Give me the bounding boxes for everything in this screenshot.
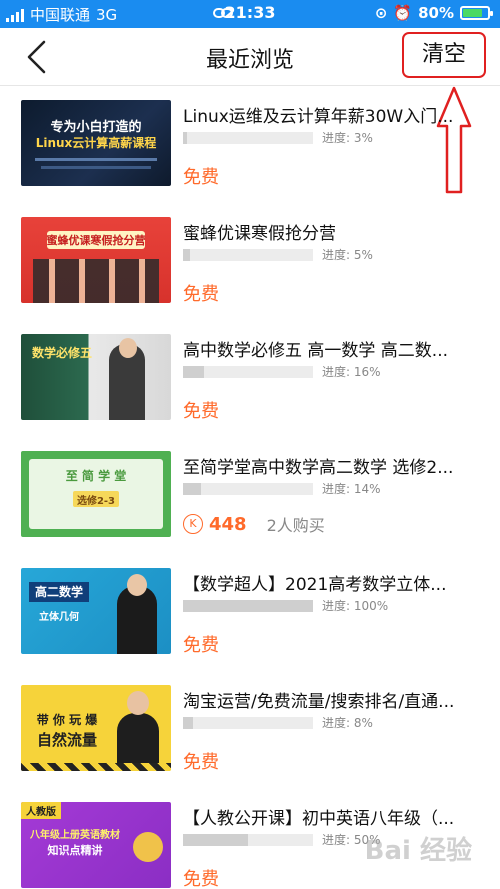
battery-icon — [460, 6, 493, 20]
thumbnail-caption: 八年级上册英语教材 — [30, 830, 120, 841]
price-row: K 448 2人购买 — [183, 512, 325, 536]
progress-bar — [183, 600, 313, 612]
thumbnail-caption: Linux云计算高薪课程 — [35, 136, 157, 150]
course-title[interactable]: 高中数学必修五 高一数学 高二数... — [183, 336, 483, 361]
battery-percent: 80% — [418, 4, 454, 22]
list-item[interactable]: 蜜蜂优课寒假抢分营 蜜蜂优课寒假抢分营 进度: 5% 免费 — [0, 203, 500, 320]
status-bar: 中国联通 3G 21:33 ⊙ ⏰ 80% — [0, 0, 500, 28]
course-thumbnail: 数学必修五 — [21, 334, 171, 420]
progress-label: 进度: 16% — [322, 365, 381, 379]
price-label: 免费 — [183, 401, 219, 422]
coin-icon: K — [183, 514, 203, 534]
progress-label: 进度: 3% — [322, 131, 373, 145]
course-list: 专为小白打造的 Linux云计算高薪课程 Linux运维及云计算年薪30W入门.… — [0, 86, 500, 889]
thumbnail-caption: 数学必修五 — [31, 346, 92, 360]
progress-label: 进度: 5% — [322, 248, 373, 262]
course-title[interactable]: 至简学堂高中数学高二数学 选修2... — [183, 453, 483, 478]
thumbnail-caption: 立体几何 — [39, 612, 79, 623]
progress-fill — [183, 600, 313, 612]
alarm-icon: ⏰ — [393, 4, 413, 22]
thumbnail-teacher — [117, 586, 157, 654]
thumbnail-caption: 自然流量 — [36, 731, 97, 749]
price-label: 免费 — [183, 869, 219, 889]
price-value: 448 — [209, 513, 247, 535]
nav-bar: 最近浏览 清空 — [0, 28, 500, 86]
course-title[interactable]: 淘宝运营/免费流量/搜索排名/直通... — [183, 687, 483, 712]
progress-fill — [183, 366, 204, 378]
course-thumbnail: 至 简 学 堂 选修2-3 — [21, 451, 171, 537]
thumbnail-caption: 知识点精讲 — [47, 844, 103, 857]
progress-label: 进度: 14% — [322, 482, 381, 496]
clear-button[interactable]: 清空 — [402, 32, 486, 78]
buyer-count: 2人购买 — [266, 516, 325, 535]
price-label: 免费 — [183, 752, 219, 773]
progress-fill — [183, 132, 187, 144]
thumbnail-caption: 选修2-3 — [76, 496, 116, 507]
rotation-lock-icon: ⊙ — [374, 4, 388, 22]
course-thumbnail: 带 你 玩 爆 自然流量 — [21, 685, 171, 771]
progress-bar — [183, 717, 313, 729]
progress-bar — [183, 834, 313, 846]
thumbnail-caption: 蜜蜂优课寒假抢分营 — [46, 234, 146, 247]
progress-bar — [183, 249, 313, 261]
thumbnail-caption: 高二数学 — [34, 585, 83, 599]
thumbnail-caption: 至 简 学 堂 — [65, 469, 127, 483]
course-title[interactable]: 蜜蜂优课寒假抢分营 — [183, 219, 483, 244]
watermark: Bai 经验 — [364, 836, 472, 866]
status-right: ⊙ ⏰ 80% — [374, 4, 493, 22]
course-title[interactable]: 【人教公开课】初中英语八年级（... — [183, 804, 483, 829]
course-thumbnail: 专为小白打造的 Linux云计算高薪课程 — [21, 100, 171, 186]
price-label: 免费 — [183, 167, 219, 188]
course-thumbnail: 蜜蜂优课寒假抢分营 — [21, 217, 171, 303]
progress-fill — [183, 249, 190, 261]
progress-label: 进度: 8% — [322, 716, 373, 730]
progress-fill — [183, 483, 202, 495]
thumbnail-caption: 专为小白打造的 — [50, 120, 142, 135]
progress-bar — [183, 366, 313, 378]
course-thumbnail: 人教版 八年级上册英语教材 知识点精讲 — [21, 802, 171, 888]
course-title[interactable]: Linux运维及云计算年薪30W入门... — [183, 102, 483, 127]
list-item[interactable]: 高二数学 立体几何 【数学超人】2021高考数学立体... 进度: 100% 免… — [0, 554, 500, 671]
thumbnail-caption: 带 你 玩 爆 — [36, 713, 98, 727]
list-item[interactable]: 至 简 学 堂 选修2-3 至简学堂高中数学高二数学 选修2... 进度: 14… — [0, 437, 500, 554]
progress-label: 进度: 100% — [322, 599, 389, 613]
list-item[interactable]: 数学必修五 高中数学必修五 高一数学 高二数... 进度: 16% 免费 — [0, 320, 500, 437]
list-item[interactable]: 专为小白打造的 Linux云计算高薪课程 Linux运维及云计算年薪30W入门.… — [0, 86, 500, 203]
course-thumbnail: 高二数学 立体几何 — [21, 568, 171, 654]
thumbnail-badge: 人教版 — [21, 802, 61, 819]
price-label: 免费 — [183, 284, 219, 305]
progress-fill — [183, 717, 194, 729]
progress-fill — [183, 834, 248, 846]
progress-bar — [183, 483, 313, 495]
progress-bar — [183, 132, 313, 144]
thumbnail-people — [33, 259, 159, 303]
course-title[interactable]: 【数学超人】2021高考数学立体... — [183, 570, 483, 595]
price-label: 免费 — [183, 635, 219, 656]
list-item[interactable]: 带 你 玩 爆 自然流量 淘宝运营/免费流量/搜索排名/直通... 进度: 8%… — [0, 671, 500, 788]
thumbnail-mascot — [133, 832, 163, 862]
